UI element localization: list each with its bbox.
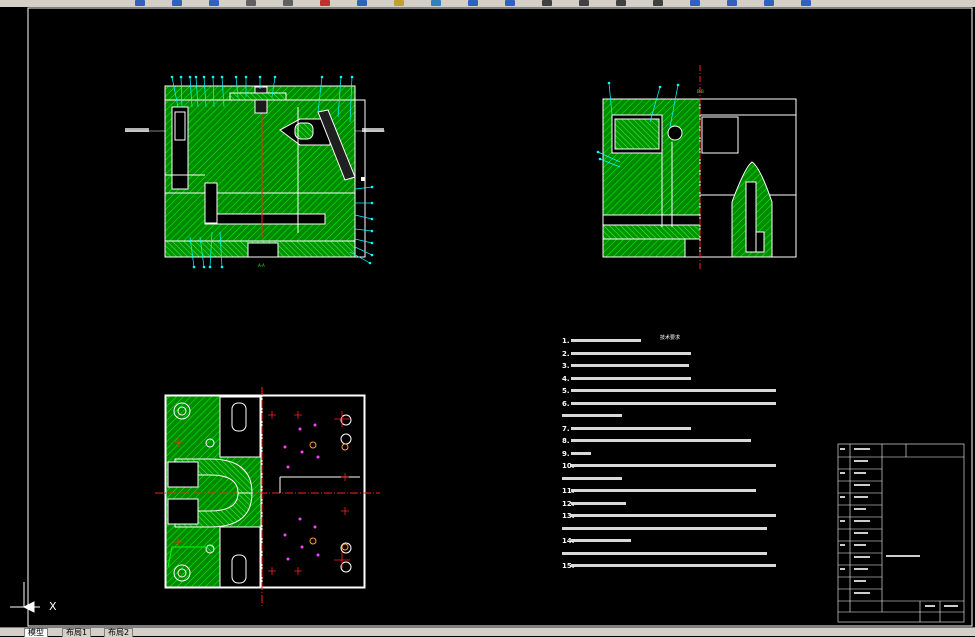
tech-note-line: 11. [562,485,782,496]
tech-note-number: 6. [562,399,570,408]
tech-note-text [571,564,776,567]
tech-note-line: 9. [562,448,782,459]
ucs-icon [10,582,40,613]
paste-icon[interactable] [394,0,404,6]
tech-note-line: 7. [562,423,782,434]
tech-note-text [571,376,691,380]
tech-notes: 1. 2. 3. 4. 5. 6. 7. 8. 9. 10. 11. 12. 13. 14. 15. [562,335,782,573]
section-label-left: A-A [258,263,265,268]
tech-note-text [571,514,776,517]
tech-note-text [562,551,767,555]
tech-note-text [571,464,776,467]
tech-note-number: 3. [562,362,570,370]
zoom-previous-icon[interactable] [653,0,663,6]
tech-note-text [571,364,689,367]
tech-note-line: 12. [562,498,782,509]
tech-note-line: 8. [562,435,782,446]
tech-note-line [562,473,782,484]
open-icon[interactable] [172,0,182,6]
section-label-right: B-B [697,89,704,94]
tech-note-number: 8. [562,437,570,445]
tech-note-line: 2. [562,348,782,359]
tech-note-text [562,414,622,417]
properties-icon[interactable] [690,0,700,6]
redo-icon[interactable] [505,0,515,6]
cut-icon[interactable] [320,0,330,6]
tech-note-line: 6. [562,398,782,409]
pan-icon[interactable] [542,0,552,6]
tech-note-line: 3. [562,360,782,371]
tab-model[interactable]: 模型 [24,628,48,637]
tab-layout-1[interactable]: 布局1 [62,628,92,637]
tech-note-line [562,548,782,559]
tech-note-text [571,426,691,430]
tech-note-text [571,439,751,442]
new-icon[interactable] [135,0,145,6]
tech-note-line: 15. [562,560,782,571]
side-section-view [596,65,797,269]
tech-note-line: 1. [562,335,782,346]
tech-note-line: 14. [562,535,782,546]
tech-note-number: 4. [562,374,570,383]
design-center-icon[interactable] [727,0,737,6]
tech-note-number: 5. [562,387,570,395]
ucs-x-label: X [49,600,57,613]
tool-palettes-icon[interactable] [764,0,774,6]
drawing-canvas[interactable]: A-A B-B X [0,7,975,627]
title-block-text [840,448,958,607]
tab-layout-2[interactable]: 布局2 [104,628,134,637]
tech-note-line [562,523,782,534]
tech-note-text [571,451,591,455]
tech-note-number: 2. [562,349,570,358]
match-icon[interactable] [431,0,441,6]
tech-note-text [571,501,626,505]
zoom-window-icon[interactable] [616,0,626,6]
plan-view [155,387,380,607]
zoom-icon[interactable] [579,0,589,6]
tech-note-line: 10. [562,460,782,471]
print-icon[interactable] [246,0,256,6]
help-icon[interactable] [801,0,811,6]
undo-icon[interactable] [468,0,478,6]
tech-note-text [562,476,622,480]
tech-note-text [571,401,776,405]
tech-note-number: 7. [562,424,570,433]
tech-note-text [571,351,691,355]
preview-icon[interactable] [283,0,293,6]
tech-note-text [571,539,631,542]
tech-note-line: 4. [562,373,782,384]
tech-note-text [562,526,767,530]
tech-note-text [571,339,641,342]
main-section-view [125,75,385,269]
tech-note-number: 1. [562,337,570,345]
tech-note-line: 5. [562,385,782,396]
tech-note-number: 9. [562,449,570,458]
tech-note-text [571,389,776,392]
tech-note-line: 13. [562,510,782,521]
tech-note-line [562,410,782,421]
copy-icon[interactable] [357,0,367,6]
tech-note-text [571,489,756,492]
toolbar [0,0,975,7]
save-icon[interactable] [209,0,219,6]
